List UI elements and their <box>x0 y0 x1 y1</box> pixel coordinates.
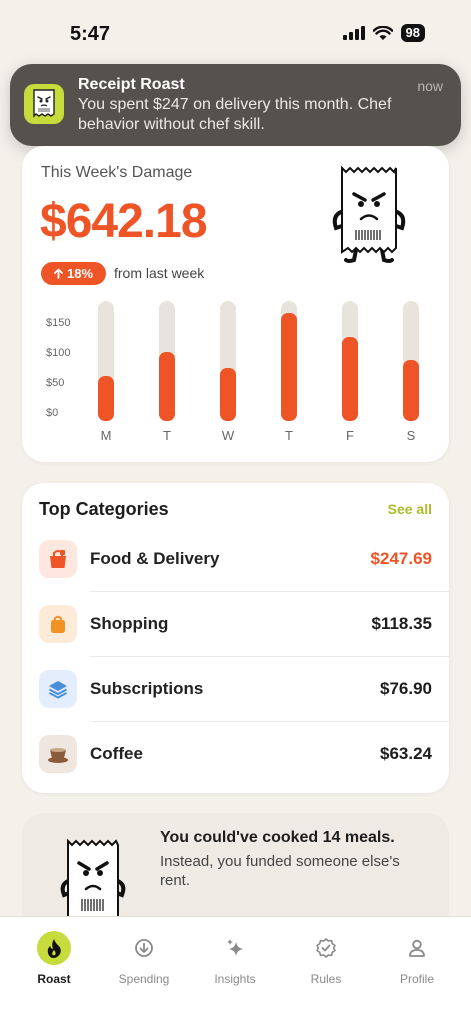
arrow-up-icon <box>54 268 63 279</box>
category-name: Food & Delivery <box>90 549 220 568</box>
day-label: W <box>221 428 235 443</box>
bar-track <box>403 301 419 421</box>
notification-title: Receipt Roast <box>78 76 185 93</box>
bar-track <box>281 301 297 421</box>
category-name: Subscriptions <box>90 679 204 698</box>
category-row-coffee[interactable]: Coffee $63.24 <box>22 722 449 787</box>
notification-time: now <box>417 78 443 94</box>
bar-5[interactable] <box>403 360 419 421</box>
battery-indicator: 98 <box>400 24 425 42</box>
category-amount: $247.69 <box>370 549 432 568</box>
tab-label: Spending <box>118 972 170 986</box>
change-badge: 18% <box>41 262 106 285</box>
status-icons: 98 <box>342 24 425 42</box>
flame-icon <box>37 931 71 965</box>
bar-1[interactable] <box>159 352 175 421</box>
receipt-mascot-app-icon <box>24 84 64 124</box>
y-tick-label: $50 <box>46 377 65 389</box>
signal-icon <box>342 26 365 40</box>
day-label: M <box>100 428 112 443</box>
category-amount: $76.90 <box>380 679 432 698</box>
tab-profile[interactable]: Profile <box>377 929 457 986</box>
tab-insights[interactable]: Insights <box>195 929 275 986</box>
category-amount: $63.24 <box>380 744 432 763</box>
angry-receipt-mascot <box>60 838 126 917</box>
tab-spending[interactable]: Spending <box>104 929 184 986</box>
roast-insight-card: You could've cooked 14 meals. Instead, y… <box>22 813 449 933</box>
roast-subtext: Instead, you funded someone else's rent. <box>160 853 400 889</box>
tab-label: Rules <box>310 972 342 986</box>
tab-label: Profile <box>399 972 434 986</box>
change-pct: 18% <box>66 266 94 281</box>
category-amount: $118.35 <box>371 614 432 633</box>
week-total-amount: $642.18 <box>40 195 208 248</box>
bar-3[interactable] <box>281 313 297 421</box>
category-row-subscriptions[interactable]: Subscriptions $76.90 <box>22 657 449 722</box>
shopping-bag-icon <box>39 605 77 643</box>
y-tick-label: $100 <box>46 347 71 359</box>
week-card-title: This Week's Damage <box>41 164 193 181</box>
y-tick-label: $0 <box>46 407 59 419</box>
notification-banner[interactable]: Receipt Roast now You spent $247 on deli… <box>10 64 461 146</box>
categories-title: Top Categories <box>39 499 169 519</box>
tab-label: Roast <box>37 972 71 986</box>
wifi-icon <box>372 25 393 40</box>
status-time: 5:47 <box>70 23 111 45</box>
top-categories-card: Top Categories See all Food & Delivery $… <box>22 483 449 793</box>
y-tick-label: $150 <box>46 317 71 329</box>
badge-check-icon <box>316 938 336 958</box>
change-caption: from last week <box>114 265 205 281</box>
category-name: Shopping <box>90 614 169 633</box>
bar-0[interactable] <box>98 376 114 421</box>
category-name: Coffee <box>90 744 143 763</box>
tab-roast[interactable]: Roast <box>14 929 94 986</box>
bar-track <box>342 301 358 421</box>
angry-receipt-mascot <box>332 165 406 263</box>
sparkle-icon <box>227 939 243 956</box>
day-label: T <box>285 428 293 443</box>
bar-track <box>98 301 114 421</box>
takeout-bag-icon <box>39 540 77 578</box>
notification-body: You spent $247 on delivery this month. C… <box>78 96 392 133</box>
tab-label: Insights <box>214 972 256 986</box>
status-bar: 5:47 98 <box>0 0 471 64</box>
day-label: S <box>406 428 416 443</box>
bar-2[interactable] <box>220 368 236 421</box>
day-label: T <box>163 428 171 443</box>
tab-rules[interactable]: Rules <box>286 929 366 986</box>
person-icon <box>409 939 425 957</box>
day-label: F <box>346 428 354 443</box>
see-all-link[interactable]: See all <box>388 501 432 517</box>
layers-icon <box>39 670 77 708</box>
bar-4[interactable] <box>342 337 358 421</box>
weekly-spending-card: This Week's Damage $642.18 18% from last… <box>22 146 449 462</box>
roast-headline: You could've cooked 14 meals. <box>160 829 395 846</box>
tab-bar: Roast Spending Insights Rules Profile <box>0 916 471 1024</box>
category-row-food-delivery[interactable]: Food & Delivery $247.69 <box>22 527 449 592</box>
category-row-shopping[interactable]: Shopping $118.35 <box>22 592 449 657</box>
bar-track <box>159 301 175 421</box>
coffee-cup-icon <box>39 735 77 773</box>
down-arrow-circle-icon <box>135 939 153 957</box>
bar-track <box>220 301 236 421</box>
